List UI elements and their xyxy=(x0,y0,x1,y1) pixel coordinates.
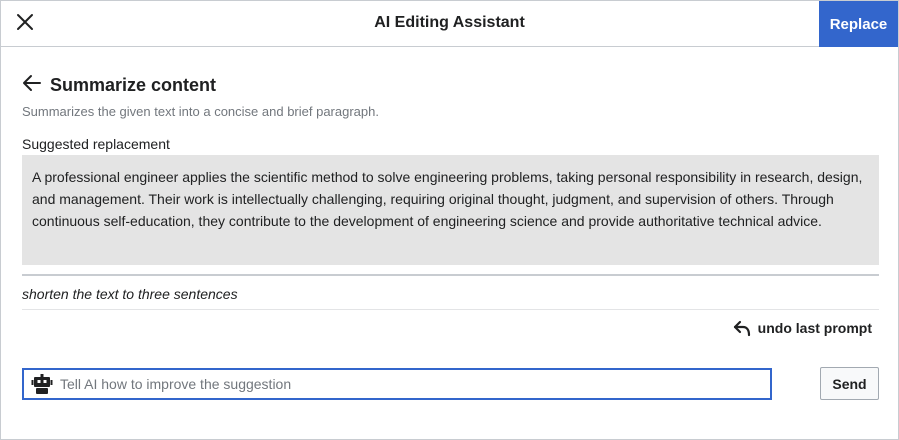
prompt-input[interactable] xyxy=(60,371,770,397)
ai-editing-dialog: AI Editing Assistant Replace Summarize c… xyxy=(0,0,899,440)
section-header: Summarize content xyxy=(22,73,216,97)
back-button[interactable] xyxy=(22,74,44,96)
undo-last-prompt-button[interactable]: undo last prompt xyxy=(732,318,872,338)
dialog-title: AI Editing Assistant xyxy=(374,14,525,31)
send-button[interactable]: Send xyxy=(820,367,879,400)
previous-prompt: shorten the text to three sentences xyxy=(22,286,238,302)
prompt-input-wrapper xyxy=(22,368,772,400)
arrow-left-icon xyxy=(22,73,42,98)
undo-label: undo last prompt xyxy=(757,320,872,336)
robot-icon xyxy=(24,370,60,398)
divider xyxy=(22,309,879,310)
dialog-header: AI Editing Assistant Replace xyxy=(1,1,898,47)
suggestion-label: Suggested replacement xyxy=(22,136,170,152)
section-title: Summarize content xyxy=(50,74,217,95)
divider xyxy=(22,274,879,276)
suggestion-text: A professional engineer applies the scie… xyxy=(22,155,879,265)
undo-icon xyxy=(732,318,752,338)
replace-button[interactable]: Replace xyxy=(819,1,898,47)
section-description: Summarizes the given text into a concise… xyxy=(22,104,379,119)
